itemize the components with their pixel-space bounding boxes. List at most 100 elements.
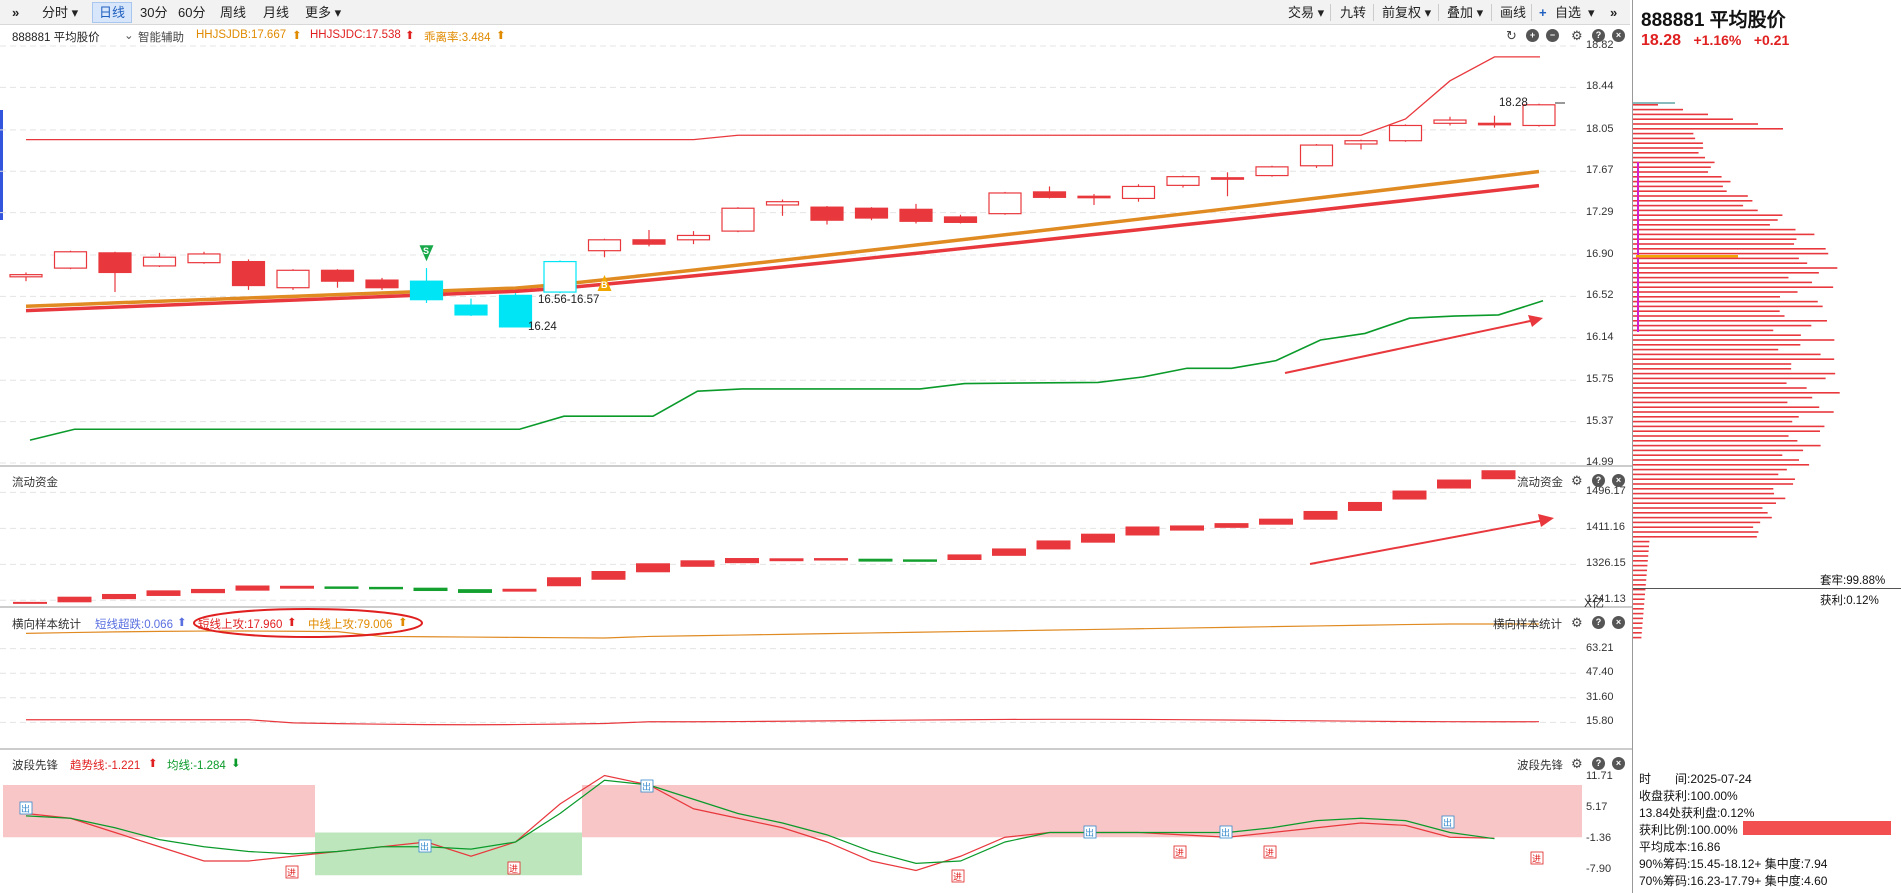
- flow-bar: [1170, 525, 1204, 531]
- wave-pane-right-title: 波段先锋: [1517, 760, 1563, 772]
- arrow-up-icon: ⬆: [177, 617, 187, 629]
- chip-bar: [1633, 430, 1820, 432]
- flow-bar: [1036, 540, 1071, 550]
- chevron-down-icon[interactable]: ⌄: [124, 28, 134, 42]
- chip-bar: [1633, 219, 1778, 221]
- stock-code-label: 888881 平均股价: [12, 32, 100, 44]
- candle: [721, 207, 755, 232]
- high-label: 18.28: [1499, 97, 1528, 109]
- chip-bar: [1633, 344, 1801, 346]
- close-icon[interactable]: ×: [1612, 616, 1625, 629]
- price-tick-label: 17.67: [1586, 164, 1614, 177]
- out-tag-text: 出: [420, 841, 429, 853]
- trapped-label: 套牢:99.88%: [1820, 575, 1886, 587]
- chip-bar: [1633, 444, 1821, 447]
- flow-tick-label: 1326.15: [1586, 557, 1626, 570]
- chip-bar: [1633, 128, 1783, 130]
- price-tick-label: 18.82: [1586, 39, 1614, 51]
- flow-bar: [369, 586, 403, 590]
- chip-bar: [1633, 464, 1810, 466]
- flow-bar: [413, 587, 448, 592]
- flow-pane-right-title: 流动资金: [1517, 477, 1563, 489]
- lower-band-line: [29, 300, 1544, 441]
- chip-bar: [1633, 492, 1775, 495]
- chip-bar: [1633, 564, 1648, 567]
- flow-bar: [502, 588, 537, 592]
- chip-bar: [1633, 545, 1649, 548]
- price-tick-label: 18.05: [1586, 122, 1614, 135]
- chip-bar: [1633, 334, 1801, 336]
- close-icon[interactable]: ×: [1612, 757, 1625, 770]
- profit-ratio-bar: [1743, 821, 1891, 835]
- chip-bar: [1633, 104, 1658, 106]
- chip-bar: [1633, 459, 1800, 461]
- flow-trend-arrow-head: [1538, 514, 1554, 527]
- chip-bar: [1633, 152, 1699, 154]
- chip-bar: [1633, 372, 1836, 375]
- chip-bar: [1633, 598, 1645, 600]
- chip-bar: [1633, 440, 1798, 442]
- candle: [276, 269, 310, 289]
- in-tag-text: 进: [287, 868, 296, 879]
- stat-tick-label: 63.21: [1586, 641, 1614, 654]
- flow-bar: [725, 558, 759, 564]
- close-icon[interactable]: ×: [1612, 29, 1625, 42]
- chip-bar: [1633, 286, 1834, 288]
- gear-icon[interactable]: ⚙: [1571, 757, 1583, 770]
- chip-bar: [1633, 579, 1647, 581]
- chip-bar: [1633, 377, 1826, 380]
- chip-bar: [1633, 180, 1731, 183]
- in-tag-text: 进: [1265, 848, 1274, 859]
- chip-bar: [1633, 272, 1819, 274]
- chip-bar: [1633, 276, 1789, 279]
- chip-bar: [1633, 473, 1779, 476]
- chip-distribution-panel: 888881 平均股价 18.28 +1.16% +0.21 套牢:99.88%…: [1632, 0, 1901, 893]
- gear-icon[interactable]: ⚙: [1571, 474, 1583, 487]
- chip-bar: [1633, 262, 1808, 264]
- chip-bar: [1633, 584, 1646, 586]
- price-tick-label: 18.44: [1586, 80, 1614, 93]
- date-line: 时 间:2025-07-24: [1639, 772, 1752, 786]
- assist-label[interactable]: 智能辅助: [138, 29, 184, 45]
- close-profit: 收盘获利:100.00%: [1639, 789, 1738, 803]
- flow-bar: [57, 596, 92, 603]
- zoom-out-icon[interactable]: −: [1546, 29, 1559, 42]
- candle: [1433, 119, 1467, 124]
- candle: [676, 234, 711, 241]
- refresh-icon[interactable]: ↻: [1506, 29, 1517, 42]
- candle: [454, 304, 488, 316]
- help-icon[interactable]: ?: [1592, 616, 1605, 629]
- indicator-bias: 乖离率:3.484: [424, 32, 491, 44]
- out-tag-text: 出: [1443, 817, 1452, 829]
- low-label: 16.24: [528, 321, 557, 333]
- chip-bar: [1633, 329, 1774, 332]
- chip-bar: [1633, 401, 1788, 404]
- chip-bar: [1633, 137, 1696, 140]
- chip-bar: [1633, 536, 1757, 538]
- profit-ratio: 获利比例:100.00%: [1639, 823, 1738, 837]
- price-tick-label: 17.29: [1586, 205, 1614, 218]
- help-icon[interactable]: ?: [1592, 757, 1605, 770]
- out-tag-text: 出: [1085, 827, 1094, 839]
- chart-canvas[interactable]: SB出出出出 出出进 进进进 进进: [0, 0, 1632, 893]
- upper-band-line: [26, 56, 1540, 141]
- zoom-in-icon[interactable]: +: [1526, 29, 1539, 42]
- chip-bar: [1633, 550, 1649, 552]
- chip-bar: [1633, 248, 1826, 250]
- sell-zone: [3, 785, 315, 838]
- stat-short-attack: 短线上攻:17.960: [198, 619, 283, 631]
- chip-bar: [1633, 392, 1840, 394]
- in-tag-text: 进: [953, 872, 962, 883]
- gear-icon[interactable]: ⚙: [1571, 29, 1583, 42]
- candle: [187, 253, 221, 264]
- wave-tick-label: -1.36: [1586, 831, 1612, 844]
- chip-bar: [1633, 305, 1823, 308]
- candle: [1166, 176, 1200, 186]
- edge-marker: [0, 110, 3, 220]
- wave-tick-label: 5.17: [1586, 800, 1608, 813]
- profit-zone: 13.84处获利盘:0.12%: [1639, 806, 1755, 820]
- chip-bar: [1633, 382, 1787, 384]
- chip-bar: [1633, 632, 1642, 634]
- candle: [943, 216, 978, 223]
- gear-icon[interactable]: ⚙: [1571, 616, 1583, 629]
